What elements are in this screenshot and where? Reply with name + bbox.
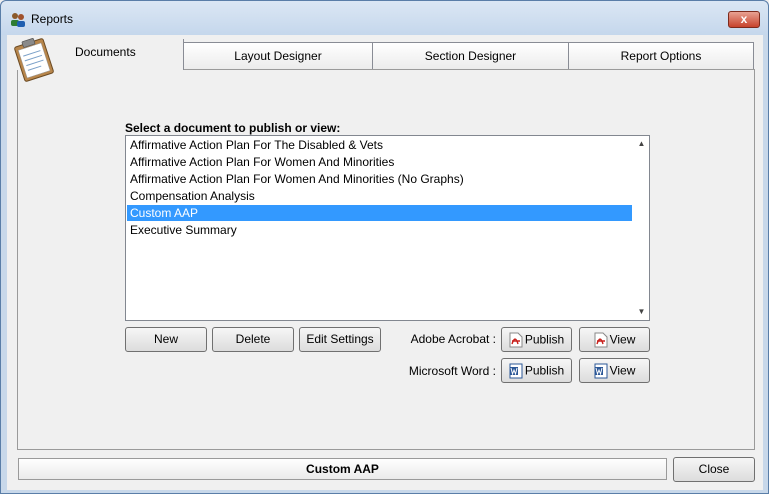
delete-button[interactable]: Delete xyxy=(212,327,294,352)
microsoft-word-label: Microsoft Word : xyxy=(408,364,496,378)
tab-layout-designer[interactable]: Layout Designer xyxy=(183,42,373,69)
document-list-label: Select a document to publish or view: xyxy=(125,121,341,135)
word-publish-button[interactable]: Publish xyxy=(501,358,572,383)
pdf-icon xyxy=(594,332,608,348)
word-publish-label: Publish xyxy=(524,363,565,378)
list-item[interactable]: Affirmative Action Plan For Women And Mi… xyxy=(127,154,632,170)
pdf-icon xyxy=(509,332,523,348)
list-item[interactable]: Executive Summary xyxy=(127,222,632,238)
window-title: Reports xyxy=(31,12,74,26)
acrobat-view-label: View xyxy=(609,332,636,347)
list-item[interactable]: Affirmative Action Plan For Women And Mi… xyxy=(127,171,632,187)
word-icon xyxy=(594,363,608,379)
list-item[interactable]: Affirmative Action Plan For The Disabled… xyxy=(127,137,632,153)
edit-settings-button[interactable]: Edit Settings xyxy=(299,327,381,352)
clipboard-icon xyxy=(14,38,54,82)
acrobat-publish-label: Publish xyxy=(524,332,565,347)
close-button[interactable]: Close xyxy=(673,457,755,482)
scroll-up-arrow-icon[interactable]: ▲ xyxy=(634,136,649,152)
scroll-down-arrow-icon[interactable]: ▼ xyxy=(634,304,649,320)
window-close-button[interactable]: x xyxy=(728,11,760,28)
tab-report-options[interactable]: Report Options xyxy=(568,42,754,69)
selected-document-status: Custom AAP xyxy=(18,458,667,480)
word-view-button[interactable]: View xyxy=(579,358,650,383)
list-item-selected[interactable]: Custom AAP xyxy=(127,205,632,221)
document-listbox[interactable]: Affirmative Action Plan For The Disabled… xyxy=(125,135,650,321)
word-view-label: View xyxy=(609,363,636,378)
users-icon xyxy=(11,13,25,27)
adobe-acrobat-label: Adobe Acrobat : xyxy=(410,332,496,346)
acrobat-view-button[interactable]: View xyxy=(579,327,650,352)
title-bar: Reports x xyxy=(1,1,768,35)
list-item[interactable]: Compensation Analysis xyxy=(127,188,632,204)
client-area: Layout Designer Section Designer Report … xyxy=(7,35,763,490)
reports-window: Reports x Layout Designer Section Design… xyxy=(0,0,769,494)
acrobat-publish-button[interactable]: Publish xyxy=(501,327,572,352)
tab-section-designer[interactable]: Section Designer xyxy=(372,42,569,69)
word-icon xyxy=(509,363,523,379)
new-button[interactable]: New xyxy=(125,327,207,352)
